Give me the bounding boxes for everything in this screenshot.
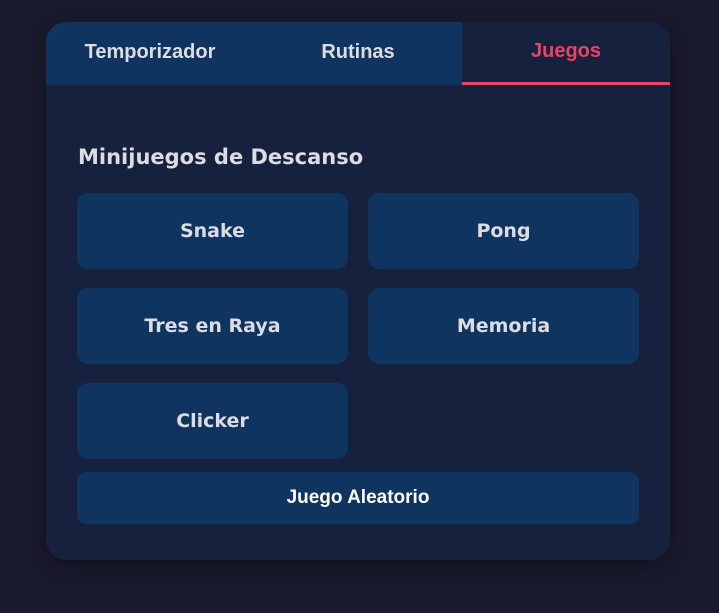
pong-button[interactable]: Pong (368, 193, 639, 269)
tab-temporizador[interactable]: Temporizador (46, 22, 254, 85)
app-card: Temporizador Rutinas Juegos Minijuegos d… (46, 22, 670, 560)
memoria-button[interactable]: Memoria (368, 288, 639, 364)
clicker-button[interactable]: Clicker (77, 383, 348, 459)
tres-en-raya-button[interactable]: Tres en Raya (77, 288, 348, 364)
tab-juegos[interactable]: Juegos (462, 22, 670, 85)
tab-rutinas[interactable]: Rutinas (254, 22, 462, 85)
section-title: Minijuegos de Descanso (78, 145, 364, 169)
games-grid: Snake Pong Tres en Raya Memoria Clicker (77, 193, 639, 459)
games-panel: Minijuegos de Descanso Snake Pong Tres e… (46, 142, 670, 524)
random-game-button[interactable]: Juego Aleatorio (77, 472, 639, 524)
tab-bar: Temporizador Rutinas Juegos (46, 22, 670, 85)
snake-button[interactable]: Snake (77, 193, 348, 269)
